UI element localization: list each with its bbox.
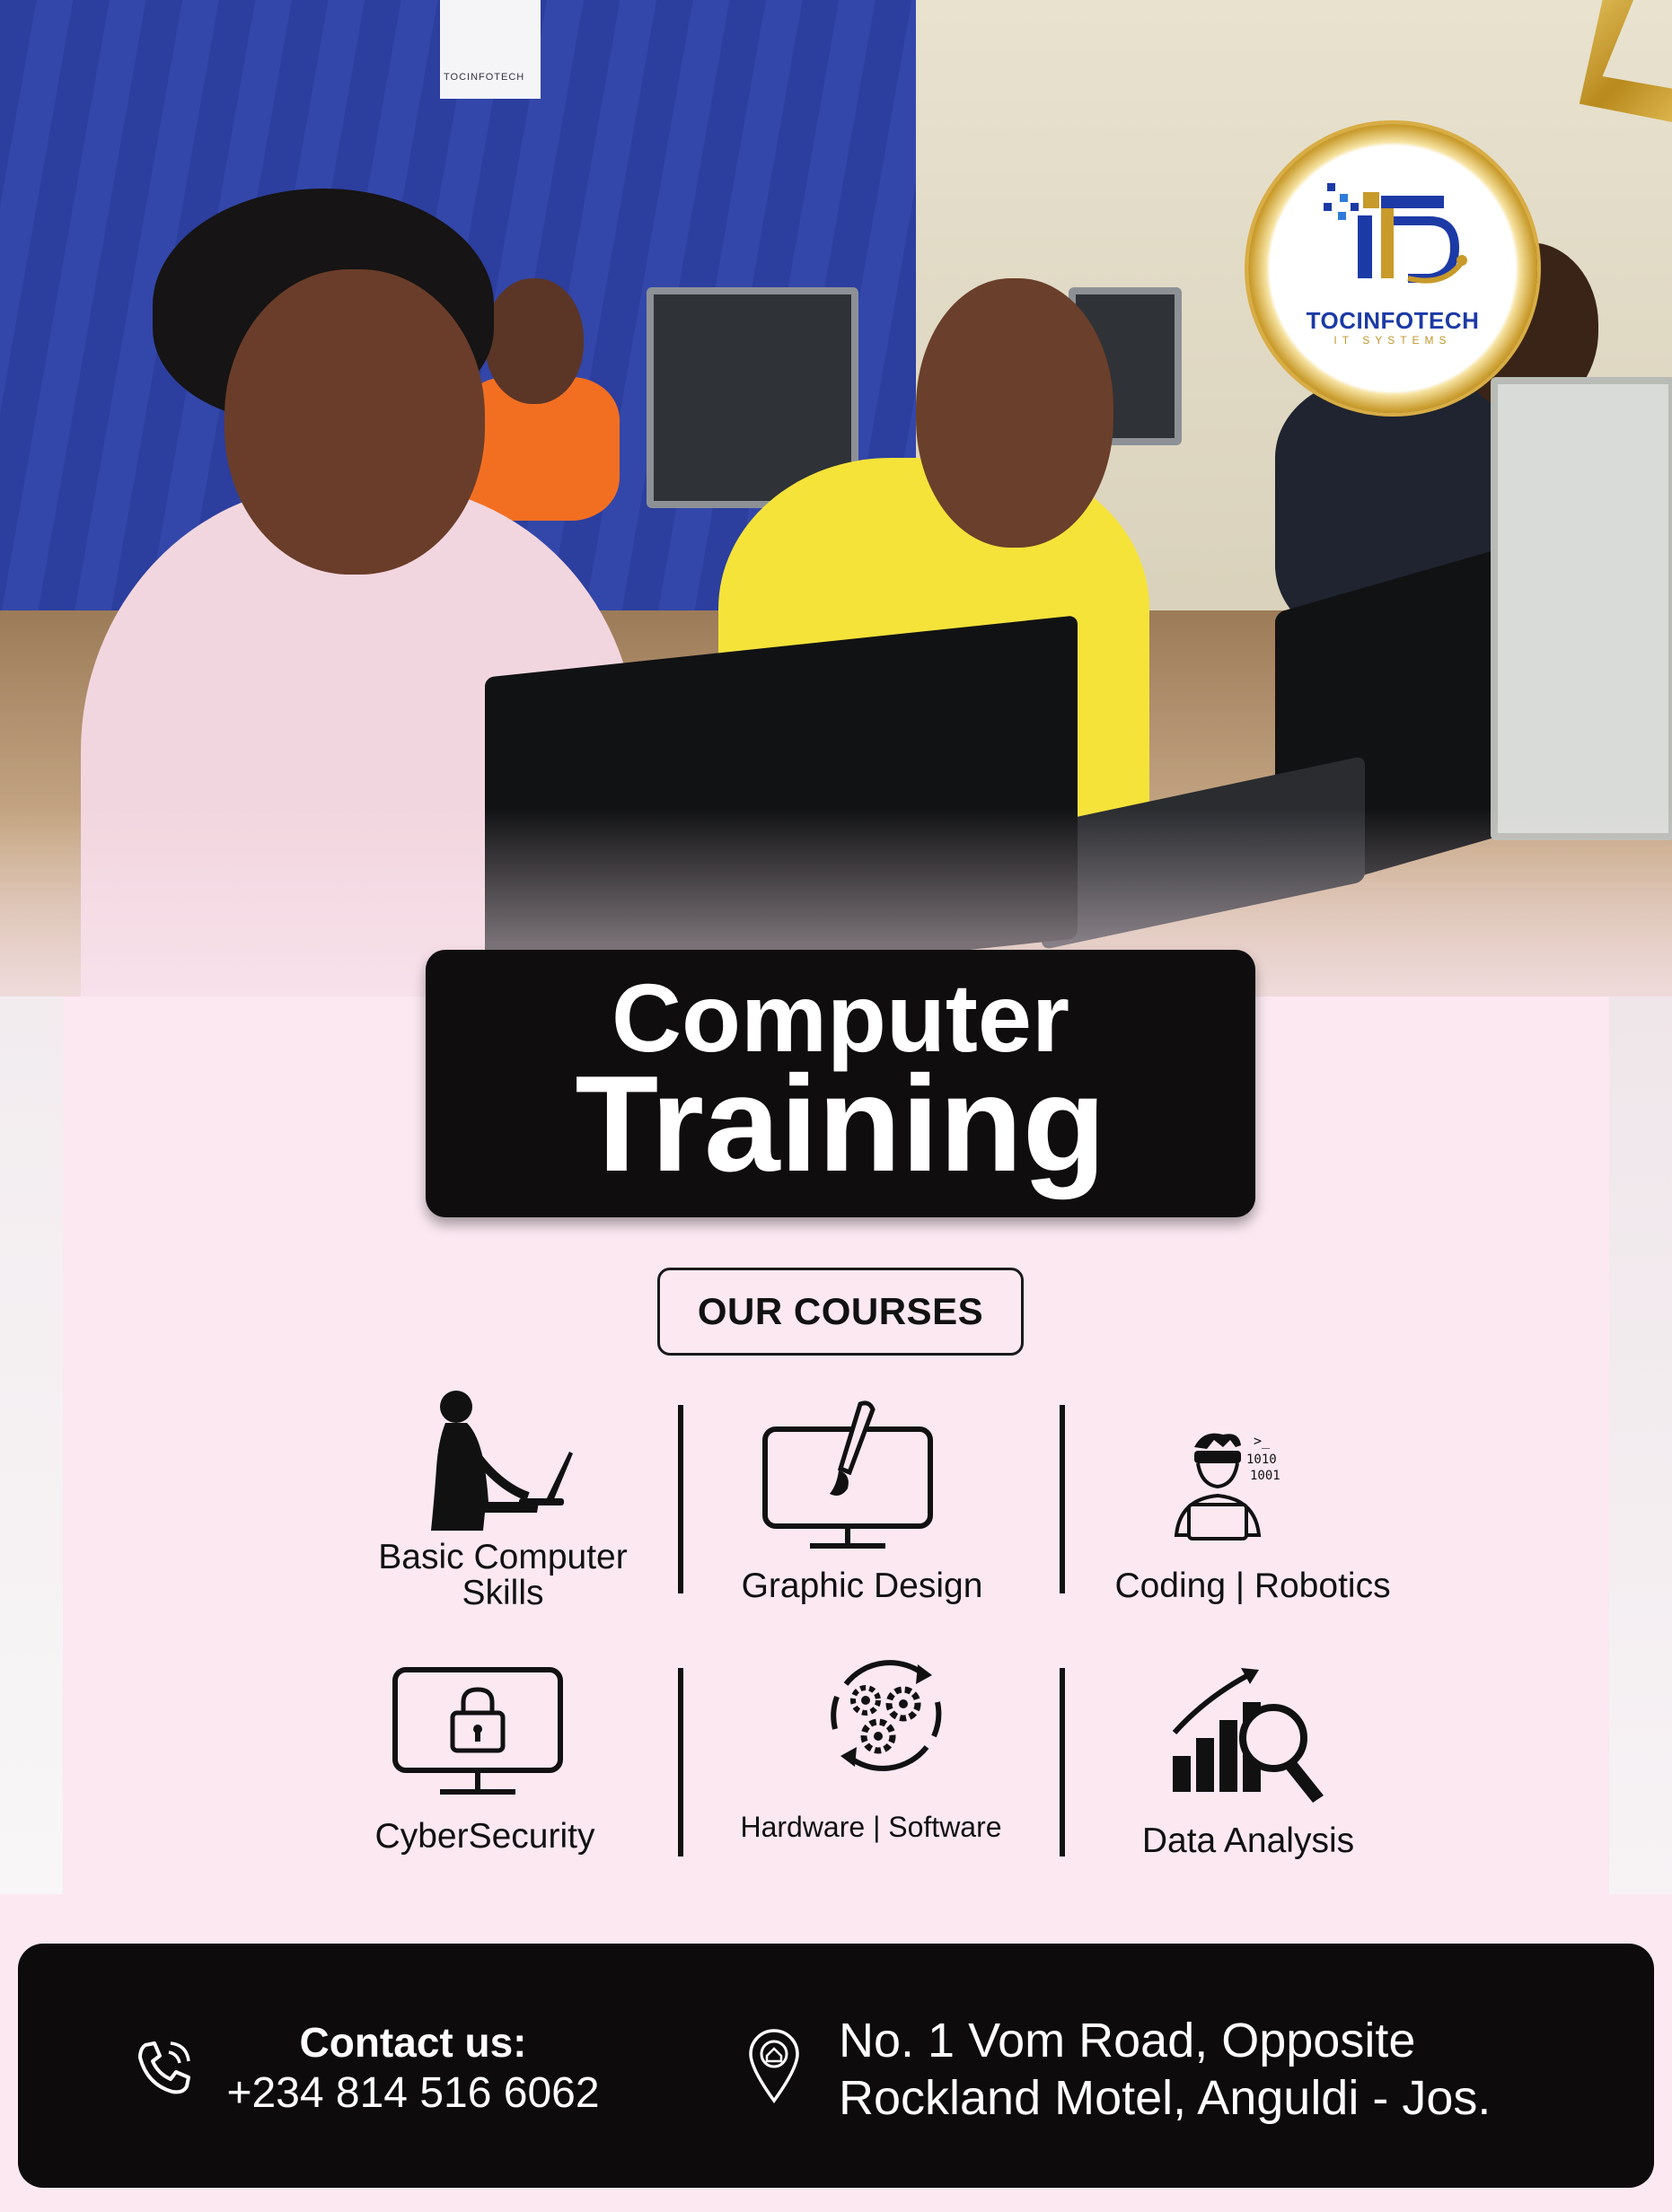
address-line-1: No. 1 Vom Road, Opposite: [839, 2014, 1416, 2067]
gears-cycle-icon: [831, 1660, 942, 1771]
wall-banner-text: TOCINFOTECH: [444, 72, 525, 83]
course-label-data: Data Analysis: [1141, 1821, 1355, 1860]
address-line-2: Rockland Motel, Anguldi - Jos.: [839, 2071, 1492, 2125]
contact-title: Contact us:: [299, 2019, 527, 2066]
side-monitor: [1491, 377, 1672, 840]
coder-bits-text-2: 1001: [1250, 1469, 1280, 1483]
left-strip: [0, 996, 63, 1894]
course-divider: [1060, 1668, 1065, 1856]
course-label-cyber: CyberSecurity: [374, 1817, 595, 1856]
wall-banner: [440, 0, 541, 99]
monitor-brush-icon: [762, 1400, 933, 1549]
logo-mark-icon: [1324, 183, 1467, 284]
phone-icon: [138, 2041, 190, 2094]
right-strip: [1609, 996, 1672, 1894]
coder-prompt-text: >_: [1254, 1433, 1271, 1449]
monitor-lock-icon: [392, 1667, 563, 1795]
logo-name: TOCINFOTECH: [1306, 307, 1480, 334]
location-pin-icon: [749, 2029, 799, 2103]
course-label-coding: Coding | Robotics: [1114, 1567, 1391, 1605]
contact-phone[interactable]: +234 814 516 6062: [207, 2068, 620, 2119]
coder-laptop-icon: >_ 1010 1001: [1174, 1433, 1280, 1540]
course-label-graphic: Graphic Design: [741, 1567, 983, 1605]
course-label-hardware: Hardware | Software: [740, 1811, 1002, 1843]
coder-bits-text-1: 1010: [1246, 1453, 1277, 1467]
course-divider: [678, 1405, 683, 1593]
our-courses-heading: OUR COURSES: [657, 1268, 1024, 1356]
course-divider: [678, 1668, 683, 1856]
course-label-basic-line1: Basic Computer: [378, 1538, 628, 1576]
chart-magnifier-icon: [1172, 1668, 1324, 1803]
student-yellow-head: [916, 278, 1113, 548]
person-at-computer-icon: [431, 1391, 573, 1531]
student-pink-head: [224, 269, 485, 575]
title-training: Training: [575, 1048, 1106, 1200]
logo-tagline: IT SYSTEMS: [1333, 334, 1452, 347]
course-label-basic-line2: Skills: [462, 1574, 544, 1612]
student-orange-head: [485, 278, 584, 404]
course-divider: [1060, 1405, 1065, 1593]
